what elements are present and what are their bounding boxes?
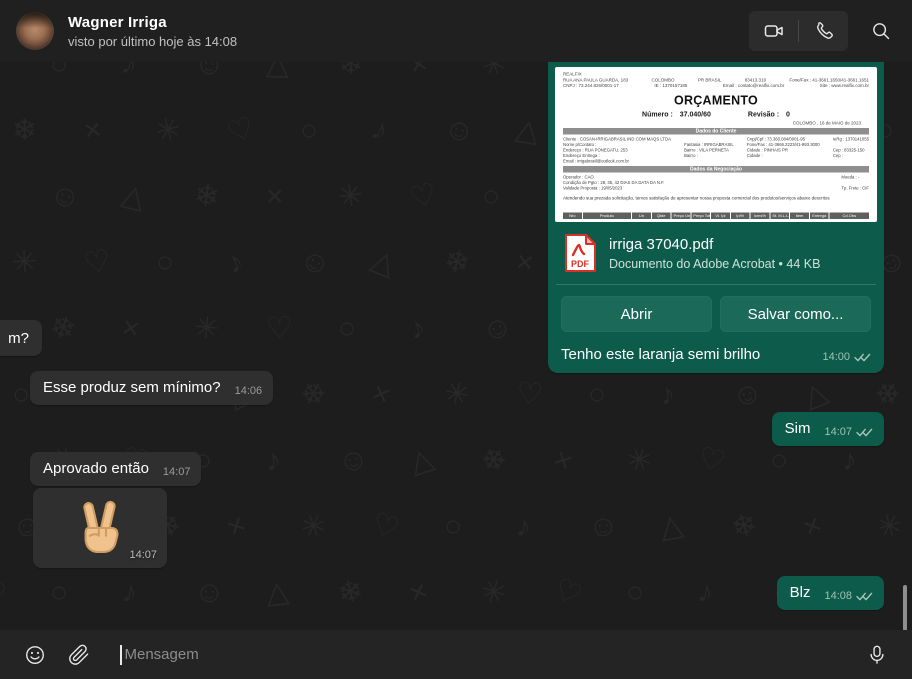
- voice-call-icon: [813, 20, 835, 42]
- contact-last-seen: visto por último hoje às 14:08: [68, 34, 237, 49]
- video-call-button[interactable]: [749, 11, 798, 51]
- doc-negotiation-grid: Operador : CAOCondição de Pgto : 28, 35,…: [563, 174, 869, 191]
- message-time: 14:08: [824, 590, 852, 602]
- doc-site: Site : www.realfix.com.br: [820, 83, 869, 89]
- message-bubble-incoming[interactable]: Esse produz sem mínimo? 14:06: [30, 371, 273, 405]
- doc-title: ORÇAMENTO: [563, 93, 869, 108]
- message-text: Aprovado então: [30, 452, 151, 486]
- doc-client-grid: Cliente : COSAN-IRRIGABRASIL IND COM MAQ…: [563, 136, 869, 164]
- message-bubble-outgoing-pdf: REALFIX RUA ANA PAULA GUARDA, 183 COLOMB…: [548, 62, 884, 373]
- file-name: irriga 37040.pdf: [609, 236, 820, 253]
- message-bubble-incoming[interactable]: Aprovado então 14:07: [30, 452, 201, 486]
- pdf-document: REALFIX RUA ANA PAULA GUARDA, 183 COLOMB…: [555, 67, 877, 222]
- doc-revisao: 0: [786, 110, 790, 118]
- chat-area[interactable]: ♡○♪☺△❄×✳♡○♪☺△❄×✳♡○♪☺△❄×✳♡○♪☺△❄×✳♡○♪☺△❄×✳…: [0, 62, 912, 630]
- contact-info[interactable]: Wagner Irriga visto por último hoje às 1…: [68, 14, 237, 49]
- message-text: Blz: [777, 576, 813, 610]
- message-text: m?: [0, 322, 42, 356]
- message-bubble-outgoing[interactable]: Blz 14:08: [777, 576, 884, 610]
- voice-call-button[interactable]: [799, 11, 848, 51]
- double-check-icon: [856, 591, 873, 602]
- double-check-icon: [856, 427, 873, 438]
- pdf-page-preview[interactable]: REALFIX RUA ANA PAULA GUARDA, 183 COLOMB…: [555, 67, 877, 222]
- doc-negotiation-col: Moeda : - Tp. Frete : CIF: [841, 174, 869, 191]
- scrollbar-thumb[interactable]: [903, 585, 907, 630]
- doc-client-col: IeRg : 1370141055 Cep : 83325-150Cep :: [833, 136, 869, 164]
- doc-client-col: Fantasia : IRRIGABRASILBairro : VILA PER…: [684, 136, 734, 164]
- doc-numero-label: Número :: [642, 110, 673, 118]
- message-input[interactable]: Mensagem: [120, 630, 850, 679]
- message-time: 14:06: [235, 385, 263, 397]
- chat-header: Wagner Irriga visto por último hoje às 1…: [0, 0, 912, 62]
- message-text: Esse produz sem mínimo?: [30, 371, 223, 405]
- message-bubble-incoming-partial[interactable]: m?: [0, 320, 42, 356]
- doc-email: Email : contato@realfix.com.br: [723, 83, 784, 89]
- victory-hand-emoji-icon: [70, 498, 130, 558]
- doc-section-client: Dados do Cliente: [563, 128, 869, 135]
- whatsapp-window: Wagner Irriga visto por último hoje às 1…: [0, 0, 912, 679]
- header-actions: [749, 11, 896, 51]
- call-button-group: [749, 11, 848, 51]
- doc-date: COLOMBO , 16 de MAIO de 2023: [563, 120, 861, 125]
- doc-client-col: Cnpj/Cpf : 73.360.084/0001-95Fone/Fax : …: [747, 136, 820, 164]
- doc-note: Atendendo sua prezada solicitação, temos…: [563, 195, 869, 200]
- video-call-icon: [762, 19, 786, 43]
- message-time: 14:07: [163, 466, 191, 478]
- message-time: 14:07: [824, 426, 852, 438]
- doc-ie: IE : 1370157185: [654, 83, 687, 89]
- message-text: Tenho este laranja semi brilho: [559, 346, 822, 363]
- attach-button[interactable]: [62, 638, 96, 672]
- emoji-button[interactable]: [18, 638, 52, 672]
- doc-revisao-label: Revisão :: [748, 110, 779, 118]
- file-meta: Documento do Adobe Acrobat • 44 KB: [609, 257, 820, 271]
- message-bubble-outgoing[interactable]: Sim 14:07: [772, 412, 884, 446]
- microphone-icon: [866, 644, 888, 666]
- attachment-actions: Abrir Salvar como...: [555, 285, 877, 340]
- text-caret: [120, 645, 122, 665]
- doc-client-col: Cliente : COSAN-IRRIGABRASIL IND COM MAQ…: [563, 136, 671, 164]
- pdf-icon-label: PDF: [571, 259, 590, 269]
- open-file-button[interactable]: Abrir: [561, 296, 712, 332]
- doc-cnpj: CNPJ : 73.244.826/0001-17: [563, 83, 619, 89]
- doc-table-header: NroProdutoUnQtdePreço UnitPreço TotalVl.…: [563, 213, 869, 220]
- contact-avatar[interactable]: [16, 12, 54, 50]
- message-time: 14:07: [129, 549, 157, 561]
- save-as-button[interactable]: Salvar como...: [720, 296, 871, 332]
- pdf-attachment-row[interactable]: PDF irriga 37040.pdf Documento do Adobe …: [555, 222, 877, 284]
- emoji-smiley-icon: [24, 644, 46, 666]
- search-button[interactable]: [866, 16, 896, 46]
- message-time: 14:00: [822, 351, 850, 363]
- doc-numero: 37.040/60: [680, 110, 711, 118]
- voice-record-button[interactable]: [860, 638, 894, 672]
- search-icon: [870, 20, 892, 42]
- composer-bar: Mensagem: [0, 630, 912, 679]
- sticker-message-incoming[interactable]: 14:07: [33, 488, 167, 568]
- pdf-file-icon: PDF: [563, 233, 597, 273]
- input-placeholder: Mensagem: [125, 646, 199, 663]
- contact-name[interactable]: Wagner Irriga: [68, 14, 237, 31]
- doc-section-negotiation: Dados da Negociação: [563, 166, 869, 173]
- doc-negotiation-col: Operador : CAOCondição de Pgto : 28, 35,…: [563, 174, 664, 191]
- paperclip-icon: [68, 644, 90, 666]
- pdf-caption-row: Tenho este laranja semi brilho 14:00: [555, 340, 877, 373]
- double-check-icon: [854, 352, 871, 363]
- message-text: Sim: [772, 412, 813, 446]
